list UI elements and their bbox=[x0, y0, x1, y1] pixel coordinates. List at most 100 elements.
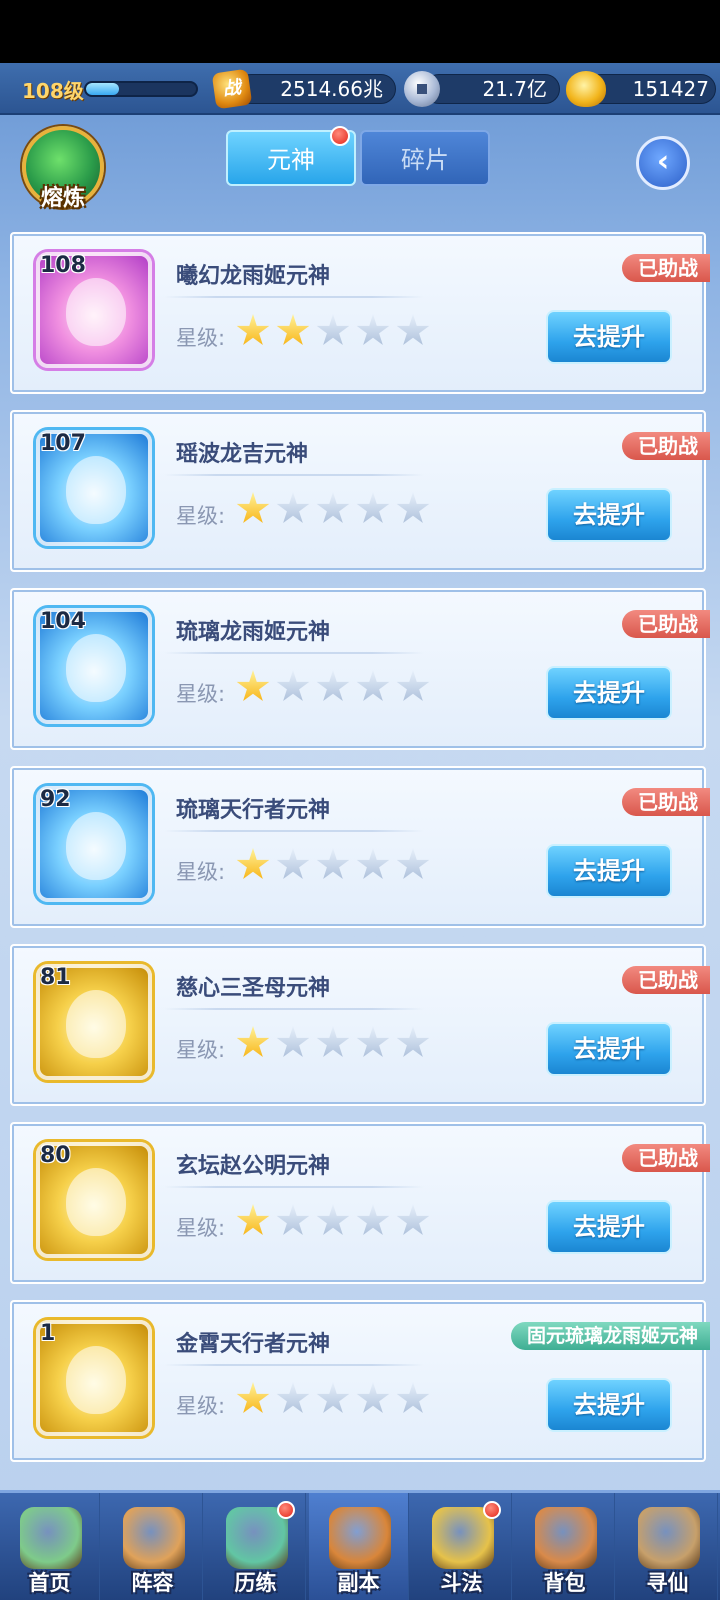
notification-dot-icon bbox=[277, 1501, 295, 1519]
star-empty-icon bbox=[396, 1026, 430, 1057]
star-label: 星级: bbox=[176, 860, 226, 884]
status-badge: 已助战 bbox=[622, 966, 710, 994]
status-badge: 已助战 bbox=[622, 1144, 710, 1172]
tab-fragments[interactable]: 碎片 bbox=[360, 130, 490, 186]
upgrade-button[interactable]: 去提升 bbox=[546, 1200, 672, 1254]
star-filled-icon bbox=[236, 1382, 270, 1413]
star-empty-icon bbox=[356, 670, 390, 701]
card-name: 琉璃龙雨姬元神 bbox=[176, 620, 331, 645]
star-label: 星级: bbox=[176, 1038, 226, 1062]
power-value: 2514.66兆 bbox=[280, 77, 383, 101]
nav-item-6[interactable]: 寻仙 bbox=[618, 1493, 718, 1600]
nav-item-0[interactable]: 首页 bbox=[0, 1493, 100, 1600]
coin-value: 21.7亿 bbox=[482, 77, 547, 101]
upgrade-button[interactable]: 去提升 bbox=[546, 1022, 672, 1076]
star-filled-icon bbox=[236, 1026, 270, 1057]
nav-label: 阵容 bbox=[131, 1571, 174, 1595]
character-face-icon bbox=[66, 456, 126, 524]
star-empty-icon bbox=[316, 1382, 350, 1413]
home-island-icon bbox=[20, 1507, 82, 1569]
system-status-bar bbox=[0, 0, 720, 63]
status-badge: 固元琉璃龙雨姬元神 bbox=[510, 1322, 710, 1350]
power-display: 2514.66兆 bbox=[236, 74, 396, 104]
star-label: 星级: bbox=[176, 504, 226, 528]
nav-label: 历练 bbox=[234, 1571, 277, 1595]
nav-item-1[interactable]: 阵容 bbox=[103, 1493, 203, 1600]
star-empty-icon bbox=[316, 314, 350, 345]
card-level: 92 bbox=[40, 787, 71, 812]
player-level: 108级 bbox=[22, 79, 84, 103]
star-filled-icon bbox=[236, 848, 270, 879]
yuanshen-card[interactable]: 108 曦幻龙雨姬元神 星级: 已助战 去提升 bbox=[10, 232, 710, 394]
star-empty-icon bbox=[356, 848, 390, 879]
back-button[interactable]: ‹ bbox=[636, 136, 690, 190]
character-face-icon bbox=[66, 278, 126, 346]
card-name: 金霄天行者元神 bbox=[176, 1332, 331, 1357]
star-label: 星级: bbox=[176, 1216, 226, 1240]
star-empty-icon bbox=[396, 848, 430, 879]
star-empty-icon bbox=[356, 1382, 390, 1413]
yuanshen-card[interactable]: 1 金霄天行者元神 星级: 固元琉璃龙雨姬元神去提升 bbox=[10, 1300, 710, 1462]
yuanshen-card[interactable]: 104 琉璃龙雨姬元神 星级: 已助战去提升 bbox=[10, 588, 710, 750]
star-rating bbox=[236, 848, 436, 888]
card-level: 80 bbox=[40, 1143, 71, 1168]
star-rating bbox=[236, 492, 436, 532]
character-face-icon bbox=[66, 990, 126, 1058]
furnace-label[interactable]: 熔炼 bbox=[28, 180, 98, 212]
nav-item-2[interactable]: 历练 bbox=[206, 1493, 306, 1600]
card-name: 曦幻龙雨姬元神 bbox=[176, 264, 331, 289]
star-label: 星级: bbox=[176, 1394, 226, 1418]
upgrade-button[interactable]: 去提升 bbox=[546, 1378, 672, 1432]
coin-display[interactable]: 21.7亿 bbox=[424, 74, 560, 104]
star-empty-icon bbox=[316, 492, 350, 523]
status-badge: 已助战 bbox=[622, 432, 710, 460]
star-label: 星级: bbox=[176, 326, 226, 350]
card-name: 慈心三圣母元神 bbox=[176, 976, 331, 1001]
card-name: 琉璃天行者元神 bbox=[176, 798, 331, 823]
star-rating bbox=[236, 1382, 436, 1422]
upgrade-button[interactable]: 去提升 bbox=[546, 844, 672, 898]
card-level: 1 bbox=[40, 1321, 56, 1346]
divider bbox=[164, 652, 424, 654]
star-empty-icon bbox=[356, 314, 390, 345]
star-empty-icon bbox=[276, 848, 310, 879]
upgrade-button[interactable]: 去提升 bbox=[546, 666, 672, 720]
star-rating bbox=[236, 314, 436, 354]
nav-item-4[interactable]: 斗法 bbox=[412, 1493, 512, 1600]
dungeon-gate-icon bbox=[329, 1507, 391, 1569]
star-filled-icon bbox=[236, 1204, 270, 1235]
nav-item-5[interactable]: 背包 bbox=[515, 1493, 615, 1600]
star-empty-icon bbox=[356, 492, 390, 523]
star-rating bbox=[236, 1204, 436, 1244]
star-empty-icon bbox=[396, 1204, 430, 1235]
star-label: 星级: bbox=[176, 682, 226, 706]
divider bbox=[164, 1364, 424, 1366]
character-face-icon bbox=[66, 634, 126, 702]
yuanshen-card[interactable]: 81 慈心三圣母元神 星级: 已助战 去提升 bbox=[10, 944, 710, 1106]
notification-dot-icon bbox=[330, 126, 350, 146]
resource-bar: 108级 2514.66兆 战 21.7亿 151427 bbox=[0, 63, 720, 115]
nav-item-3[interactable]: 副本 bbox=[309, 1493, 409, 1600]
status-badge: 已助战 bbox=[622, 788, 710, 816]
scroll-search-icon bbox=[638, 1507, 700, 1569]
star-empty-icon bbox=[276, 1382, 310, 1413]
backpack-bag-icon bbox=[535, 1507, 597, 1569]
nav-label: 首页 bbox=[28, 1571, 71, 1595]
nav-label: 斗法 bbox=[440, 1571, 483, 1595]
yuanshen-card[interactable]: 107 瑶波龙吉元神 星级: 已助战 去提升 bbox=[10, 410, 710, 572]
upgrade-button[interactable]: 去提升 bbox=[546, 310, 672, 364]
upgrade-button[interactable]: 去提升 bbox=[546, 488, 672, 542]
card-level: 107 bbox=[40, 431, 86, 456]
star-empty-icon bbox=[276, 492, 310, 523]
divider bbox=[164, 1186, 424, 1188]
card-level: 104 bbox=[40, 609, 86, 634]
gold-ingot-icon bbox=[566, 71, 606, 107]
star-rating bbox=[236, 1026, 436, 1066]
divider bbox=[164, 1008, 424, 1010]
yuanshen-card[interactable]: 80 玄坛赵公明元神 星级: 已助战 去提升 bbox=[10, 1122, 710, 1284]
star-empty-icon bbox=[396, 492, 430, 523]
yuanshen-card[interactable]: 92 琉璃天行者元神 星级: 已助战去提升 bbox=[10, 766, 710, 928]
star-empty-icon bbox=[396, 670, 430, 701]
divider bbox=[164, 296, 424, 298]
status-badge: 已助战 bbox=[622, 610, 710, 638]
